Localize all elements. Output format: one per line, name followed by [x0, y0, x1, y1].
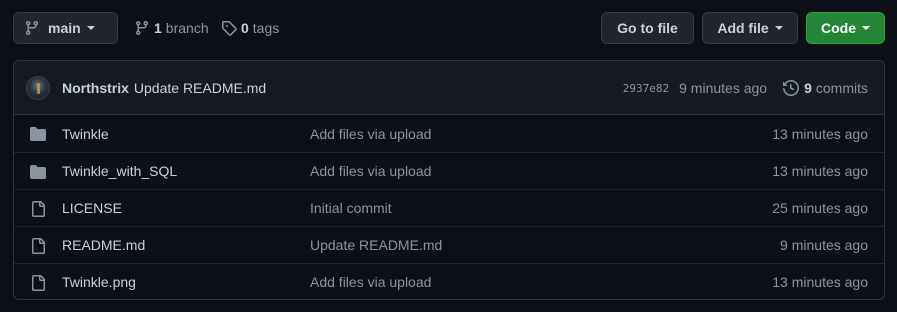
- tags-link[interactable]: 0 tags: [221, 12, 279, 44]
- branch-count-label: branch: [165, 20, 209, 36]
- file-icon: [30, 275, 46, 291]
- folder-icon: [30, 164, 46, 180]
- file-commit-message[interactable]: Add files via upload: [310, 274, 431, 290]
- file-row[interactable]: Twinkle.png Add files via upload 13 minu…: [14, 263, 884, 299]
- file-name[interactable]: README.md: [62, 237, 145, 253]
- file-age: 13 minutes ago: [772, 163, 868, 179]
- latest-commit-bar: Northstrix Update README.md 2937e82 9 mi…: [14, 61, 884, 115]
- tag-count: 0: [241, 20, 249, 36]
- file-row[interactable]: README.md Update README.md 9 minutes ago: [14, 226, 884, 263]
- go-to-file-button[interactable]: Go to file: [601, 12, 694, 44]
- commit-meta: 2937e82 9 minutes ago 9 commits: [623, 61, 868, 115]
- file-age: 25 minutes ago: [772, 200, 868, 216]
- file-age: 13 minutes ago: [772, 125, 868, 142]
- file-name[interactable]: Twinkle_with_SQL: [62, 163, 177, 179]
- repo-toolbar: main 1 branch 0 tags Go to file Add file…: [13, 12, 885, 44]
- branch-select-button[interactable]: main: [13, 12, 118, 44]
- add-file-label: Add file: [717, 20, 769, 36]
- file-row[interactable]: Twinkle_with_SQL Add files via upload 13…: [14, 152, 884, 189]
- code-label: Code: [821, 20, 856, 36]
- file-age: 13 minutes ago: [772, 274, 868, 290]
- branch-count: 1: [154, 20, 162, 36]
- file-commit-message[interactable]: Add files via upload: [310, 163, 431, 179]
- commits-link[interactable]: 9 commits: [783, 80, 868, 96]
- file-commit-message[interactable]: Initial commit: [310, 200, 392, 216]
- branch-name: main: [48, 20, 81, 36]
- file-icon: [30, 238, 46, 254]
- file-row[interactable]: Twinkle Add files via upload 13 minutes …: [14, 115, 884, 152]
- chevron-down-icon: [774, 26, 783, 30]
- file-name[interactable]: Twinkle.png: [62, 274, 136, 290]
- commit-sha[interactable]: 2937e82: [623, 82, 669, 95]
- commit-message[interactable]: Update README.md: [134, 80, 266, 96]
- file-name[interactable]: Twinkle: [62, 126, 109, 142]
- history-icon: [783, 80, 800, 96]
- tag-count-label: tags: [252, 20, 280, 36]
- avatar[interactable]: [26, 75, 50, 100]
- commit-count-label: commits: [815, 80, 868, 96]
- file-row[interactable]: LICENSE Initial commit 25 minutes ago: [14, 189, 884, 226]
- file-age: 9 minutes ago: [780, 237, 868, 253]
- file-list: Twinkle Add files via upload 13 minutes …: [14, 115, 884, 299]
- file-icon: [30, 201, 46, 217]
- file-name[interactable]: LICENSE: [62, 200, 122, 216]
- commit-author[interactable]: Northstrix: [62, 80, 129, 96]
- tag-icon: [221, 20, 237, 36]
- file-browser: Northstrix Update README.md 2937e82 9 mi…: [13, 60, 885, 300]
- code-button[interactable]: Code: [806, 12, 885, 44]
- file-commit-message[interactable]: Update README.md: [310, 237, 442, 253]
- git-branch-icon: [134, 20, 150, 36]
- commit-count: 9: [804, 80, 812, 96]
- commit-time: 9 minutes ago: [679, 80, 768, 96]
- git-branch-icon: [24, 20, 40, 36]
- chevron-down-icon: [86, 26, 95, 30]
- branches-link[interactable]: 1 branch: [134, 12, 209, 44]
- add-file-button[interactable]: Add file: [702, 12, 798, 44]
- file-commit-message[interactable]: Add files via upload: [310, 126, 431, 142]
- folder-icon: [30, 126, 46, 142]
- chevron-down-icon: [862, 26, 870, 30]
